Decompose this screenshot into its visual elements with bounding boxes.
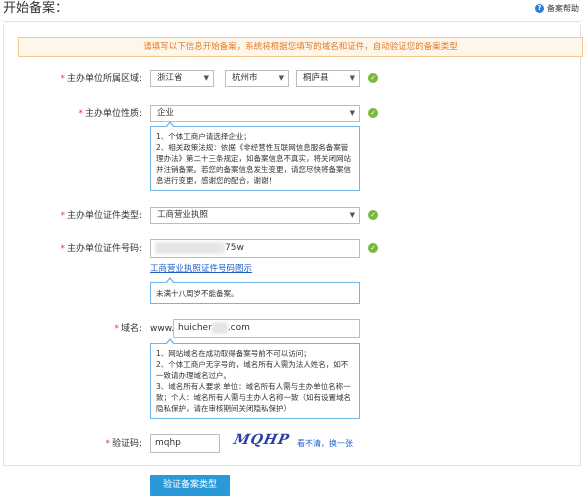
help-link[interactable]: ? 备案帮助 <box>535 3 579 14</box>
chevron-down-icon: ▼ <box>278 74 284 82</box>
chevron-down-icon: ▼ <box>349 109 355 117</box>
domain-label: * 域名: <box>114 324 142 334</box>
cert-type-select[interactable]: 工商营业执照 ▼ <box>150 207 360 224</box>
chevron-down-icon: ▼ <box>203 74 209 82</box>
captcha-label: * 验证码: <box>105 439 142 449</box>
county-select[interactable]: 桐庐县 ▼ <box>296 70 360 87</box>
required-mark: * <box>78 109 83 119</box>
check-icon: ✓ <box>368 210 378 220</box>
required-mark: * <box>105 439 110 449</box>
domain-input[interactable]: huicher .com <box>173 319 360 338</box>
nature-label: * 主办单位性质: <box>78 109 142 119</box>
verify-type-button[interactable]: 验证备案类型 <box>150 475 230 496</box>
cert-sample-link[interactable]: 工商营业执照证件号码图示 <box>150 262 252 274</box>
title-divider <box>3 21 581 22</box>
check-icon: ✓ <box>368 243 378 253</box>
notice-banner: 请填写以下信息开始备案，系统将根据您填写的域名和证件，自动验证您的备案类型 <box>18 37 583 57</box>
cert-no-input[interactable]: 75w <box>150 239 360 258</box>
required-mark: * <box>60 74 65 84</box>
help-label: 备案帮助 <box>547 4 579 13</box>
region-label: * 主办单位所属区域: <box>60 74 142 84</box>
help-icon: ? <box>535 4 544 13</box>
captcha-refresh-link[interactable]: 看不清，换一张 <box>297 438 353 449</box>
redacted-block <box>155 241 225 254</box>
check-icon: ✓ <box>368 73 378 83</box>
required-mark: * <box>60 244 65 254</box>
chevron-down-icon: ▼ <box>349 74 355 82</box>
chevron-down-icon: ▼ <box>349 211 355 219</box>
redacted-block <box>211 321 228 334</box>
cert-no-tip: 未满十八周岁不能备案。 <box>150 277 360 304</box>
required-mark: * <box>60 211 65 221</box>
required-mark: * <box>114 324 119 334</box>
check-icon: ✓ <box>368 108 378 118</box>
domain-prefix: www. <box>150 324 175 334</box>
captcha-input[interactable]: mqhp <box>150 434 220 453</box>
cert-type-label: * 主办单位证件类型: <box>60 211 142 221</box>
captcha-image[interactable]: MQHP <box>232 432 291 448</box>
page-title: 开始备案： <box>3 1 69 16</box>
city-select[interactable]: 杭州市 ▼ <box>225 70 289 87</box>
cert-no-label: * 主办单位证件号码: <box>60 244 142 254</box>
domain-tip: 1、网站域名在成功取得备案号前不可以访问； 2、个体工商户无字号的，域名所有人需… <box>150 338 360 419</box>
nature-tip: 1、个体工商户请选择企业； 2、相关政策法规：依据《非经营性互联网信息服务备案管… <box>150 121 360 191</box>
nature-select[interactable]: 企业 ▼ <box>150 105 360 122</box>
province-select[interactable]: 浙江省 ▼ <box>150 70 214 87</box>
